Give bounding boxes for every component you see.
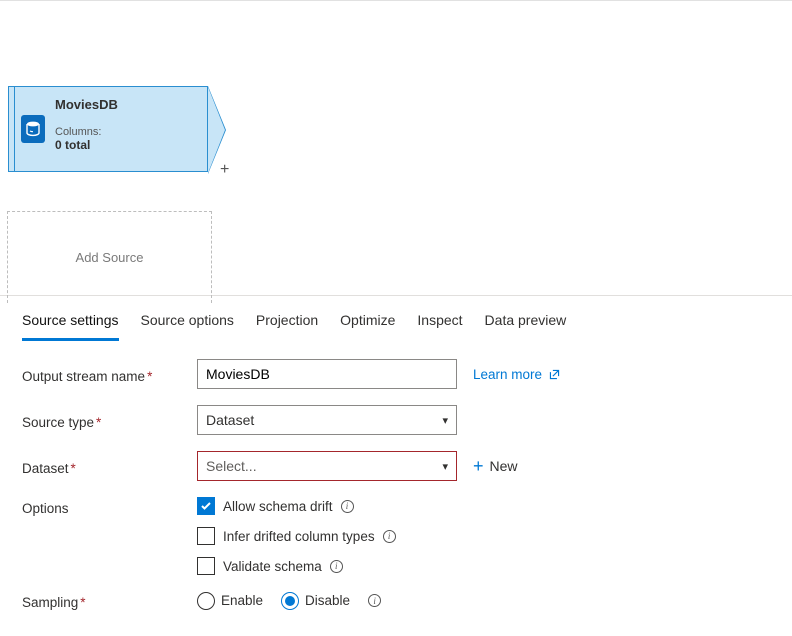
label-dataset: Dataset* xyxy=(22,457,197,476)
option-allow-schema-drift[interactable]: Allow schema drift i xyxy=(197,497,396,515)
radio-disable[interactable] xyxy=(281,592,299,610)
dataflow-canvas[interactable]: MoviesDB Columns: 0 total + Add Source xyxy=(0,0,792,295)
output-stream-input[interactable] xyxy=(197,359,457,389)
tab-inspect[interactable]: Inspect xyxy=(417,306,462,340)
sampling-disable[interactable]: Disable xyxy=(281,592,350,610)
info-icon[interactable]: i xyxy=(368,594,381,607)
options-list: Allow schema drift i Infer drifted colum… xyxy=(197,497,396,575)
plus-icon: + xyxy=(473,457,484,475)
dataset-label-text: Dataset xyxy=(22,461,69,476)
required-asterisk: * xyxy=(96,415,101,430)
node-columns-label: Columns: xyxy=(55,126,199,138)
source-node[interactable]: MoviesDB Columns: 0 total xyxy=(8,86,208,172)
row-dataset: Dataset* Select... ▾ + New xyxy=(22,451,770,481)
row-output-stream: Output stream name* Learn more xyxy=(22,359,770,389)
field-output-stream: Learn more xyxy=(197,359,561,389)
add-source-button[interactable]: Add Source xyxy=(7,211,212,303)
field-source-type: Dataset ▾ xyxy=(197,405,457,435)
checkbox-infer-types[interactable] xyxy=(197,527,215,545)
node-columns-count: 0 total xyxy=(55,138,199,152)
node-icon-col xyxy=(15,87,51,171)
dataset-select[interactable]: Select... ▾ xyxy=(197,451,457,481)
learn-more-link[interactable]: Learn more xyxy=(473,367,561,382)
allow-drift-label: Allow schema drift xyxy=(223,499,333,514)
option-validate-schema[interactable]: Validate schema i xyxy=(197,557,396,575)
new-dataset-button[interactable]: + New xyxy=(473,457,518,475)
source-type-value: Dataset xyxy=(206,412,254,428)
output-stream-label-text: Output stream name xyxy=(22,369,145,384)
row-source-type: Source type* Dataset ▾ xyxy=(22,405,770,435)
sampling-disable-label: Disable xyxy=(305,593,350,608)
chevron-down-icon: ▾ xyxy=(442,460,448,473)
row-sampling: Sampling* Enable Disable i xyxy=(22,591,770,610)
learn-more-text: Learn more xyxy=(473,367,542,382)
sampling-enable[interactable]: Enable xyxy=(197,592,263,610)
radio-enable[interactable] xyxy=(197,592,215,610)
checkbox-allow-drift[interactable] xyxy=(197,497,215,515)
required-asterisk: * xyxy=(71,461,76,476)
info-icon[interactable]: i xyxy=(330,560,343,573)
chevron-down-icon: ▾ xyxy=(442,414,448,427)
label-source-type: Source type* xyxy=(22,411,197,430)
field-dataset: Select... ▾ + New xyxy=(197,451,518,481)
source-type-select[interactable]: Dataset ▾ xyxy=(197,405,457,435)
form: Output stream name* Learn more Source ty… xyxy=(0,341,792,636)
dataset-placeholder: Select... xyxy=(206,458,257,474)
add-transform-button[interactable]: + xyxy=(220,161,229,179)
label-output-stream: Output stream name* xyxy=(22,365,197,384)
validate-schema-label: Validate schema xyxy=(223,559,322,574)
tab-optimize[interactable]: Optimize xyxy=(340,306,395,340)
node-title: MoviesDB xyxy=(55,97,199,112)
tab-source-settings[interactable]: Source settings xyxy=(22,306,119,341)
database-icon xyxy=(21,115,45,143)
sampling-enable-label: Enable xyxy=(221,593,263,608)
label-sampling: Sampling* xyxy=(22,591,197,610)
infer-types-label: Infer drifted column types xyxy=(223,529,375,544)
required-asterisk: * xyxy=(80,595,85,610)
node-body: MoviesDB Columns: 0 total xyxy=(51,87,207,171)
source-type-label-text: Source type xyxy=(22,415,94,430)
add-source-label: Add Source xyxy=(76,250,144,265)
new-dataset-label: New xyxy=(490,458,518,474)
required-asterisk: * xyxy=(147,369,152,384)
row-options: Options Allow schema drift i Infer drift… xyxy=(22,497,770,575)
sampling-radio-group: Enable Disable i xyxy=(197,592,381,610)
info-icon[interactable]: i xyxy=(383,530,396,543)
label-options: Options xyxy=(22,497,197,516)
tab-projection[interactable]: Projection xyxy=(256,306,318,340)
tab-data-preview[interactable]: Data preview xyxy=(485,306,567,340)
settings-panel: Source settings Source options Projectio… xyxy=(0,295,792,636)
info-icon[interactable]: i xyxy=(341,500,354,513)
external-link-icon xyxy=(548,368,561,381)
checkbox-validate-schema[interactable] xyxy=(197,557,215,575)
sampling-label-text: Sampling xyxy=(22,595,78,610)
option-infer-drifted-types[interactable]: Infer drifted column types i xyxy=(197,527,396,545)
tab-source-options[interactable]: Source options xyxy=(141,306,234,340)
